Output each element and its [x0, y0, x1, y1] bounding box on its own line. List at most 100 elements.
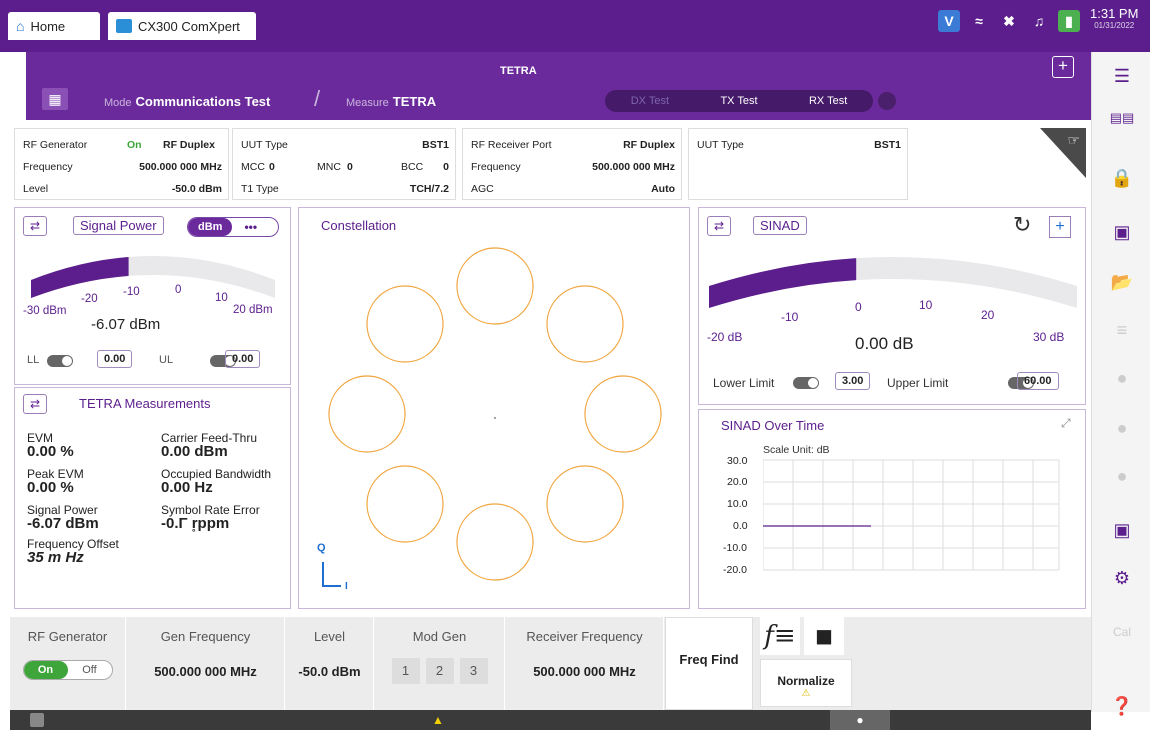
meas-symbol-rate-error: Symbol Rate Error -0.Γ r̥ppm — [161, 503, 260, 532]
home-tab[interactable]: ⌂ Home — [8, 12, 100, 40]
app-tab[interactable]: CX300 ComXpert — [108, 12, 256, 40]
meas-peak-evm: Peak EVM 0.00 % — [27, 467, 84, 496]
meas-frequency-offset: Frequency Offset 35 m Hz — [27, 537, 119, 566]
notes-icon[interactable] — [30, 713, 44, 727]
receiver-frequency-label: Receiver Frequency — [526, 629, 643, 644]
apps-grid-icon[interactable]: ▦ — [42, 88, 68, 110]
add-icon[interactable]: + — [1052, 56, 1074, 78]
signal-power-gauge-fill — [31, 256, 129, 298]
mod-gen-label: Mod Gen — [412, 629, 467, 644]
marker-icon: ● — [1116, 367, 1128, 388]
sinad-title[interactable]: SINAD — [753, 216, 807, 235]
settings-icon[interactable]: ⚙ — [1110, 566, 1134, 590]
tab-tx-test[interactable]: TX Test — [720, 95, 757, 107]
gen-frequency-value: 500.000 000 MHz — [154, 664, 257, 679]
level-label: Level — [23, 183, 49, 195]
constellation-panel: Constellation Q I — [298, 207, 690, 609]
clock: 1:31 PM 01/31/2022 — [1090, 7, 1138, 32]
meas-signal-power: Signal Power -6.07 dBm — [27, 503, 99, 532]
network-icon[interactable]: V — [938, 10, 960, 32]
open-folder-icon[interactable]: 📂 — [1110, 270, 1134, 294]
rf-generator-switch[interactable]: On Off — [22, 660, 113, 680]
upper-limit-label: Upper Limit — [887, 376, 949, 390]
alert-icon[interactable]: ▲ — [432, 713, 444, 727]
speaker-button-icon[interactable]: ◼ — [804, 617, 844, 655]
symbol-4 — [546, 465, 624, 543]
cal-icon: Cal — [1112, 625, 1131, 639]
uut-type-value: BST1 — [422, 139, 449, 151]
ul-value[interactable]: 0.00 — [225, 350, 261, 368]
add-panel-icon[interactable]: + — [1049, 216, 1071, 238]
receiver-port-label: RF Receiver Port — [471, 139, 552, 151]
bcc-label: BCC — [401, 161, 424, 173]
menu-icon[interactable]: ☰ — [1110, 64, 1134, 88]
tab-dx-test[interactable]: DX Test — [631, 95, 669, 107]
wifi-icon[interactable]: ≈ — [968, 10, 990, 32]
rf-receiver-info: RF Receiver Port RF Duplex Frequency 500… — [462, 128, 682, 200]
sinad-tick-1: -10 — [781, 310, 799, 324]
mode-value: Communications Test — [135, 94, 271, 109]
receiver-frequency-control[interactable]: Receiver Frequency 500.000 000 MHz — [506, 617, 664, 710]
screenshot-icon[interactable]: ▣ — [1110, 518, 1134, 542]
sinad-tick-4: 20 — [981, 308, 995, 322]
status-indicator — [878, 92, 896, 110]
freq-find-button[interactable]: Freq Find — [665, 617, 753, 710]
signal-power-value: -6.07 dBm — [91, 316, 161, 333]
frequency-label: Frequency — [23, 161, 73, 173]
help-icon[interactable]: ❓ — [1110, 694, 1134, 718]
swap-view-icon-3[interactable]: ⇄ — [707, 216, 731, 236]
header-title: TETRA — [500, 65, 537, 77]
sinad-tick-2: 0 — [855, 300, 862, 314]
tools-icon[interactable]: ✖ — [998, 10, 1020, 32]
sinad-tick-3: 10 — [919, 298, 933, 312]
collapse-info-icon[interactable]: ☞ — [1040, 128, 1086, 178]
tool-icon: ● — [1116, 465, 1128, 486]
mod-gen-2[interactable]: 2 — [425, 658, 454, 684]
sinad-value: 0.00 dB — [855, 334, 914, 353]
lower-limit-toggle[interactable] — [793, 377, 819, 389]
lower-limit-value[interactable]: 3.00 — [835, 372, 871, 390]
uut-type-value-2: BST1 — [874, 139, 901, 151]
rf-on[interactable]: On — [23, 661, 68, 679]
ul-label: UL — [159, 354, 174, 366]
signal-power-title[interactable]: Signal Power — [73, 216, 164, 235]
swap-view-icon-2[interactable]: ⇄ — [23, 394, 47, 414]
upper-limit-value[interactable]: 60.00 — [1017, 372, 1059, 390]
speaker-icon[interactable]: ♫ — [1028, 10, 1050, 32]
mod-gen-3[interactable]: 3 — [459, 658, 488, 684]
y-tick-10: 10.0 — [727, 498, 748, 510]
rf-generator-label: RF Generator — [23, 139, 88, 151]
symbol-3 — [584, 375, 662, 453]
sinad-gauge-fill — [709, 258, 857, 308]
unit-dbm[interactable]: dBm — [188, 218, 233, 236]
tetra-measurements-title: TETRA Measurements — [79, 396, 211, 411]
battery-icon[interactable]: ▮ — [1058, 10, 1080, 32]
refresh-icon[interactable]: ↻ — [1013, 212, 1031, 238]
swap-view-icon[interactable]: ⇄ — [23, 216, 47, 236]
ll-toggle[interactable] — [47, 355, 73, 367]
tab-rx-test[interactable]: RX Test — [809, 95, 847, 107]
sinad-tick-5: 30 dB — [1033, 330, 1065, 344]
normalize-button[interactable]: Normalize ⚠ — [760, 659, 852, 707]
lock-icon[interactable]: 🔒 — [1110, 166, 1134, 190]
gen-frequency-control[interactable]: Gen Frequency 500.000 000 MHz — [127, 617, 285, 710]
symbol-6 — [366, 465, 444, 543]
clock-date: 01/31/2022 — [1094, 21, 1135, 30]
constellation-title: Constellation — [321, 218, 397, 233]
level-control[interactable]: Level -50.0 dBm — [286, 617, 374, 710]
ll-value[interactable]: 0.00 — [97, 350, 133, 368]
mod-gen-1[interactable]: 1 — [391, 658, 420, 684]
save-icon[interactable]: ▣ — [1110, 220, 1134, 244]
rf-off[interactable]: Off — [68, 661, 112, 679]
list-view-icon[interactable]: ▤▤ — [1110, 106, 1135, 130]
measure-selector[interactable]: Measure TETRA — [346, 94, 436, 109]
mod-gen-control: Mod Gen 1 2 3 — [375, 617, 505, 710]
expand-icon[interactable]: ⤢ — [1061, 416, 1071, 431]
location-pin-icon[interactable]: ● — [830, 710, 890, 730]
frequency-menu-icon[interactable]: f≡ — [760, 617, 800, 655]
mode-selector[interactable]: Mode Communications Test — [104, 94, 270, 109]
sinad-gauge — [709, 257, 1077, 308]
uut-info: UUT Type BST1 MCC 0 MNC 0 BCC 0 T1 Type … — [232, 128, 456, 200]
unit-selector[interactable]: dBm ••• — [187, 217, 279, 237]
more-icon[interactable]: ••• — [244, 220, 257, 234]
